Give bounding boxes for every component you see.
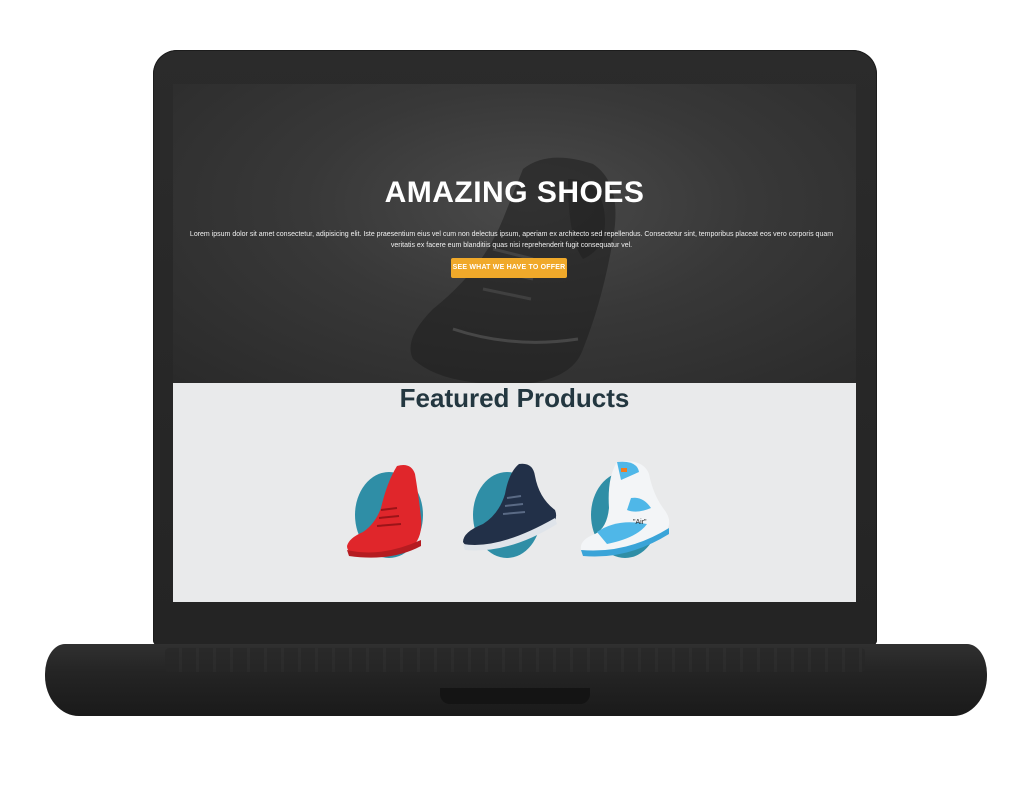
product-card[interactable]: "Air" (577, 458, 677, 568)
featured-products-section: Featured Products "Air" (173, 383, 856, 602)
keyboard-area (165, 648, 865, 672)
red-sneaker-icon (347, 465, 422, 558)
svg-text:"Air": "Air" (633, 519, 647, 526)
laptop-screen: AMAZING SHOES Lorem ipsum dolor sit amet… (173, 84, 856, 602)
hero-title: AMAZING SHOES (384, 176, 645, 209)
see-offer-button[interactable]: SEE WHAT WE HAVE TO OFFER (451, 258, 567, 278)
laptop-mockup: AMAZING SHOES Lorem ipsum dolor sit amet… (0, 0, 1027, 800)
lid-notch (440, 688, 590, 704)
product-card[interactable] (341, 458, 441, 568)
laptop-base (45, 644, 987, 716)
hero-section: AMAZING SHOES Lorem ipsum dolor sit amet… (173, 84, 856, 385)
hero-description: Lorem ipsum dolor sit amet consectetur, … (189, 231, 834, 249)
blue-white-sneaker-icon: "Air" (580, 461, 670, 557)
navy-sneaker-icon (463, 463, 557, 551)
product-card[interactable] (459, 458, 559, 568)
featured-title: Featured Products (399, 383, 630, 413)
